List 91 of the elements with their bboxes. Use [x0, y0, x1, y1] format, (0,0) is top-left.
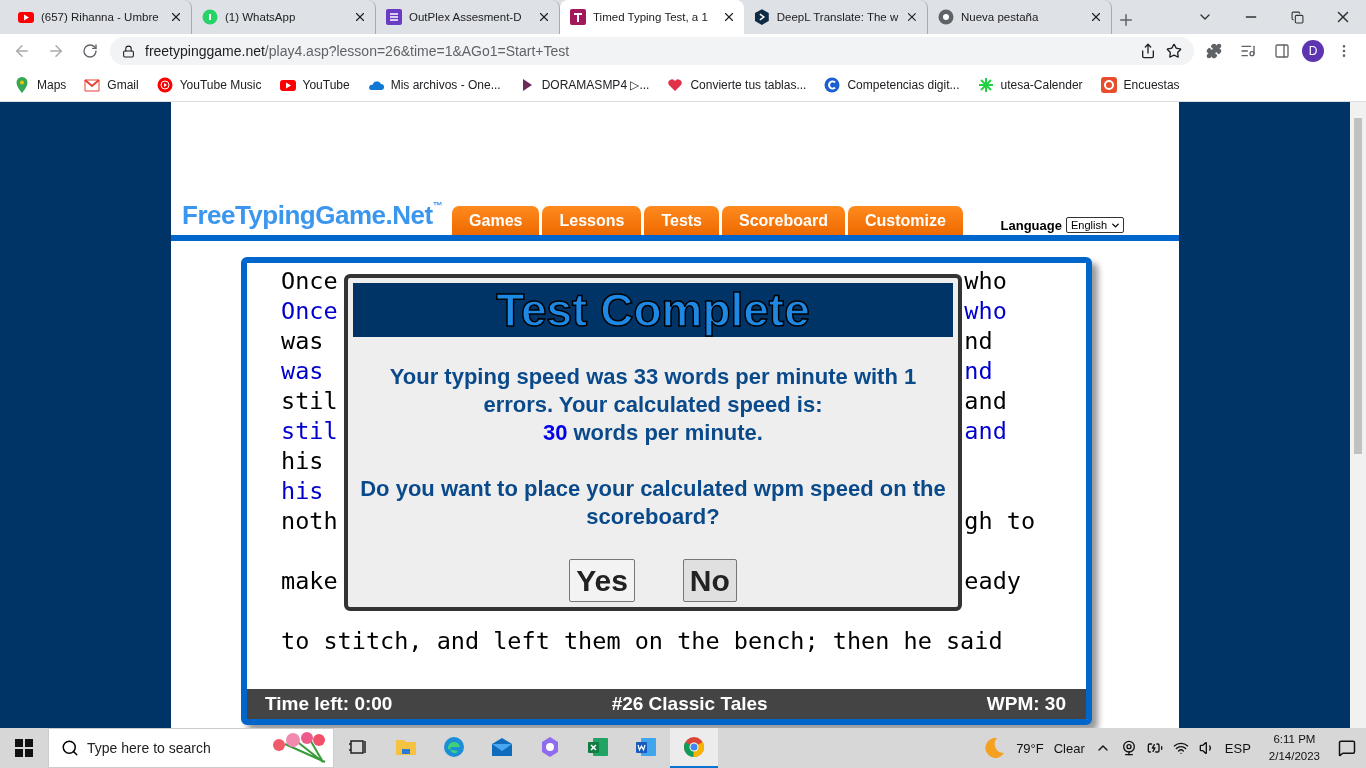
- profile-avatar[interactable]: D: [1302, 40, 1324, 62]
- bookmark[interactable]: YouTube: [279, 76, 350, 93]
- bookmark[interactable]: Convierte tus tablas...: [667, 76, 807, 93]
- music-list-icon[interactable]: [1240, 43, 1256, 59]
- star-icon[interactable]: [1166, 43, 1182, 59]
- document-icon: [634, 735, 658, 759]
- browser-tab[interactable]: Timed Typing Test, a 1: [560, 0, 744, 34]
- answer-button[interactable]: Yes: [569, 559, 635, 602]
- passage-text: stil: [281, 386, 338, 416]
- passage-text: nd: [964, 326, 993, 356]
- reload-icon[interactable]: [82, 43, 98, 59]
- video-play-icon: [18, 9, 34, 25]
- passage-text: and: [964, 386, 1007, 416]
- lesson-title: #26 Classic Tales: [611, 693, 768, 715]
- share-icon[interactable]: [1140, 43, 1156, 59]
- bookmark[interactable]: utesa-Calender: [977, 76, 1083, 93]
- scoreboard-question: Do you want to place your calculated wpm speed on the scoreboard?: [359, 475, 947, 531]
- heart-icon: [667, 76, 684, 93]
- envelope-icon: [490, 735, 514, 759]
- lock-icon: [122, 44, 135, 58]
- clock[interactable]: 6:11 PM 2/14/2023: [1268, 731, 1320, 765]
- globe-ring-icon: [938, 9, 954, 25]
- typed-text: and: [964, 416, 1007, 446]
- survey-icon: [1100, 76, 1117, 93]
- spreadsheet-icon: [586, 735, 610, 759]
- dialog-title: Test Complete: [496, 283, 810, 337]
- hexagon-icon: [754, 9, 770, 25]
- battery-icon[interactable]: [1146, 740, 1163, 756]
- passage-text: was: [281, 326, 324, 356]
- close-icon[interactable]: [353, 10, 367, 24]
- swirl-icon: [442, 735, 466, 759]
- play-circle-icon: [156, 76, 173, 93]
- passage-text: noth: [281, 506, 338, 536]
- passage-text: to stitch, and left them on the bench; then he said: [281, 626, 1003, 656]
- close-icon[interactable]: [722, 10, 736, 24]
- address-bar[interactable]: freetypinggame.net/play4.asp?lesson=26&time=1&AGo1=Start+Test: [110, 37, 1194, 65]
- envelope-icon: [84, 76, 101, 93]
- bookmark[interactable]: Mis archivos - One...: [367, 76, 501, 93]
- globe-ring-icon: [682, 735, 706, 759]
- typed-text: who: [964, 296, 1007, 326]
- search-icon: [61, 739, 79, 757]
- asterisk-icon: [977, 76, 994, 93]
- close-icon[interactable]: [169, 10, 183, 24]
- taskbar-app[interactable]: [670, 728, 718, 768]
- passage-text: make: [281, 566, 338, 596]
- close-icon[interactable]: [905, 10, 919, 24]
- typed-text: nd: [964, 356, 993, 386]
- answer-button[interactable]: No: [682, 559, 737, 602]
- bookmark[interactable]: Competencias digit...: [824, 76, 960, 93]
- side-panel-icon[interactable]: [1274, 43, 1290, 59]
- result-message: Your typing speed was 33 words per minute with 1 errors. Your calculated speed is:: [388, 363, 918, 419]
- typed-text: his: [281, 476, 324, 506]
- map-pin-icon: [14, 76, 30, 93]
- time-left: Time left: 0:00: [265, 693, 393, 715]
- camera-icon[interactable]: [1120, 740, 1137, 756]
- language-select[interactable]: English: [1065, 217, 1124, 233]
- input-language[interactable]: ESP: [1224, 740, 1251, 756]
- passage-text: gh to: [964, 506, 1036, 536]
- passage-text: who: [964, 266, 1007, 296]
- wifi-icon[interactable]: [1172, 740, 1189, 756]
- bookmark[interactable]: Encuestas: [1100, 76, 1180, 93]
- plus-icon[interactable]: [1117, 11, 1135, 29]
- temperature: 79°F: [1016, 740, 1044, 756]
- search-field[interactable]: Type here to search: [48, 728, 334, 768]
- typed-text: stil: [281, 416, 338, 446]
- close-icon[interactable]: [1089, 10, 1103, 24]
- wpm-reading: WPM: 30: [986, 693, 1066, 715]
- bookmark[interactable]: Maps: [14, 76, 67, 93]
- letter-tile-icon: [570, 9, 586, 25]
- passage-text: eady: [964, 566, 1021, 596]
- restore-icon[interactable]: [1290, 10, 1304, 24]
- windows-icon: [15, 739, 33, 757]
- bookmark[interactable]: Gmail: [84, 76, 139, 93]
- notification-icon[interactable]: [1338, 739, 1356, 757]
- typed-text: was: [281, 356, 324, 386]
- bookmark[interactable]: DORAMASMP4 ▷...: [518, 76, 650, 93]
- calculated-speed: 30: [543, 419, 568, 447]
- passage-text: his: [281, 446, 324, 476]
- typed-text: Once: [281, 296, 338, 326]
- scrollbar[interactable]: [1350, 102, 1366, 728]
- letter-circle-icon: [824, 76, 841, 93]
- passage-text: Once: [281, 266, 338, 296]
- weather-condition: Clear: [1053, 740, 1085, 756]
- moon-icon: [982, 736, 1007, 760]
- bookmark[interactable]: YouTube Music: [156, 76, 262, 93]
- close-icon[interactable]: [537, 10, 551, 24]
- list-form-icon: [386, 9, 402, 25]
- chat-bubble-icon: [202, 9, 218, 25]
- language-label: Language: [1000, 217, 1062, 233]
- speed-unit: words per minute.: [573, 419, 763, 447]
- puzzle-piece-icon[interactable]: [1206, 43, 1222, 59]
